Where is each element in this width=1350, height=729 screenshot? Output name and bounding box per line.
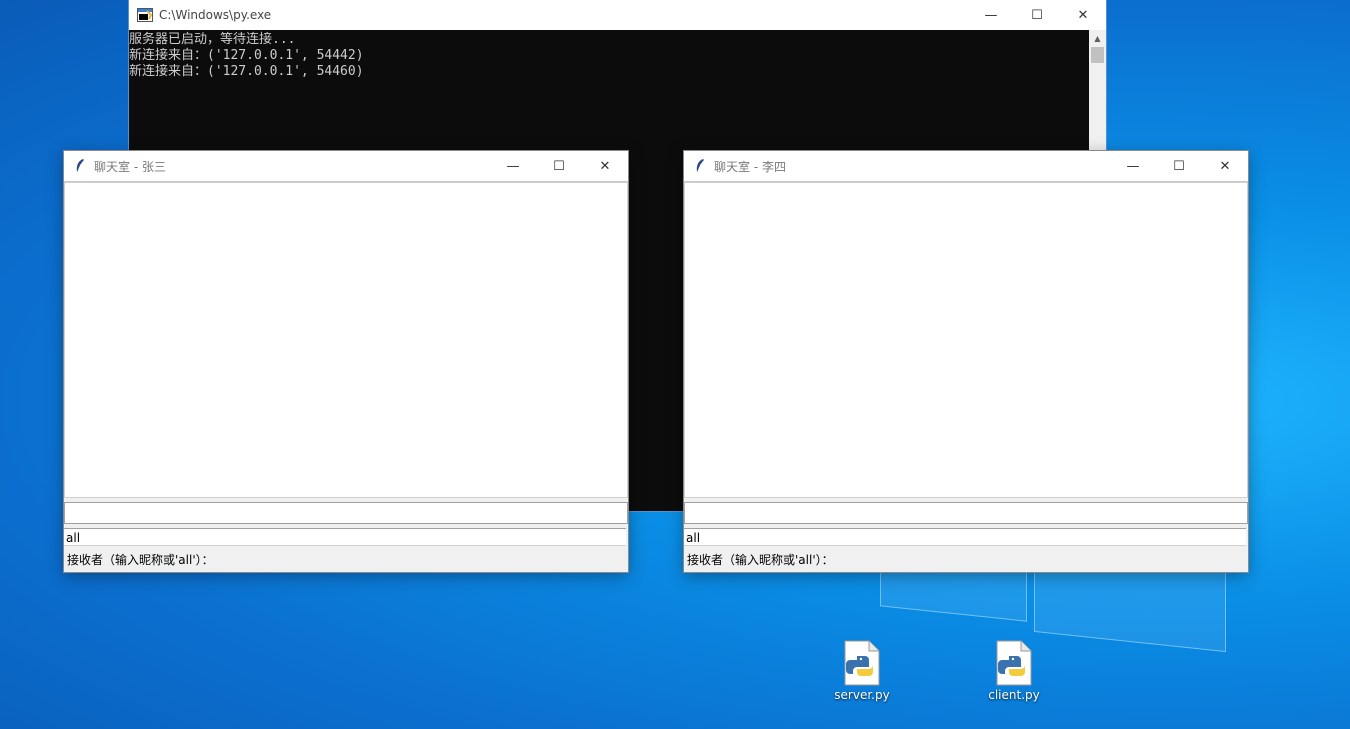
chat-window-zhangsan[interactable]: 聊天室 - 张三 — ☐ ✕ all 接收者（输入昵称或'all'）： <box>64 151 628 572</box>
close-icon: ✕ <box>1219 158 1231 174</box>
scroll-thumb[interactable] <box>1091 47 1104 63</box>
python-file-icon <box>843 640 881 686</box>
recipient-label: 接收者（输入昵称或'all'）： <box>687 553 834 567</box>
close-icon: ✕ <box>599 158 611 174</box>
console-line: 新连接来自：('127.0.0.1', 54442) <box>129 48 364 63</box>
recipient-label: 接收者（输入昵称或'all'）： <box>67 553 214 567</box>
desktop-icon-client[interactable]: client.py <box>976 640 1052 702</box>
desktop-icon-label: server.py <box>834 688 890 702</box>
maximize-icon: ☐ <box>1173 158 1185 174</box>
maximize-button[interactable]: ☐ <box>1156 151 1202 181</box>
scroll-up-arrow-icon[interactable]: ▲ <box>1089 30 1106 47</box>
message-input[interactable] <box>684 502 1248 524</box>
close-button[interactable]: ✕ <box>582 151 628 181</box>
console-title: C:\Windows\py.exe <box>159 8 272 22</box>
console-app-icon <box>137 7 153 23</box>
minimize-button[interactable]: — <box>968 0 1014 30</box>
chat-message-area[interactable] <box>684 182 1248 498</box>
maximize-icon: ☐ <box>553 158 565 174</box>
desktop-icon-label: client.py <box>988 688 1040 702</box>
python-file-icon <box>995 640 1033 686</box>
message-input[interactable] <box>64 502 628 524</box>
desktop-icon-server[interactable]: server.py <box>824 640 900 702</box>
minimize-button[interactable]: — <box>1110 151 1156 181</box>
minimize-icon: — <box>984 7 998 23</box>
recipient-input[interactable]: all <box>64 528 626 546</box>
console-line: 服务器已启动，等待连接... <box>129 32 296 47</box>
maximize-button[interactable]: ☐ <box>536 151 582 181</box>
chat-window-lisi[interactable]: 聊天室 - 李四 — ☐ ✕ all 接收者（输入昵称或'all'）： <box>684 151 1248 572</box>
recipient-input[interactable]: all <box>684 528 1246 546</box>
chat-titlebar[interactable]: 聊天室 - 张三 — ☐ ✕ <box>64 151 628 182</box>
maximize-icon: ☐ <box>1031 7 1043 23</box>
minimize-icon: — <box>506 158 520 174</box>
chat-message-area[interactable] <box>64 182 628 498</box>
close-button[interactable]: ✕ <box>1202 151 1248 181</box>
feather-icon <box>72 158 88 174</box>
console-titlebar[interactable]: C:\Windows\py.exe — ☐ ✕ <box>129 0 1106 30</box>
maximize-button[interactable]: ☐ <box>1014 0 1060 30</box>
chat-title: 聊天室 - 张三 <box>94 159 166 174</box>
chat-titlebar[interactable]: 聊天室 - 李四 — ☐ ✕ <box>684 151 1248 182</box>
chat-title: 聊天室 - 李四 <box>714 159 786 174</box>
feather-icon <box>692 158 708 174</box>
close-icon: ✕ <box>1077 7 1089 23</box>
minimize-icon: — <box>1126 158 1140 174</box>
minimize-button[interactable]: — <box>490 151 536 181</box>
console-line: 新连接来自：('127.0.0.1', 54460) <box>129 64 364 79</box>
close-button[interactable]: ✕ <box>1060 0 1106 30</box>
